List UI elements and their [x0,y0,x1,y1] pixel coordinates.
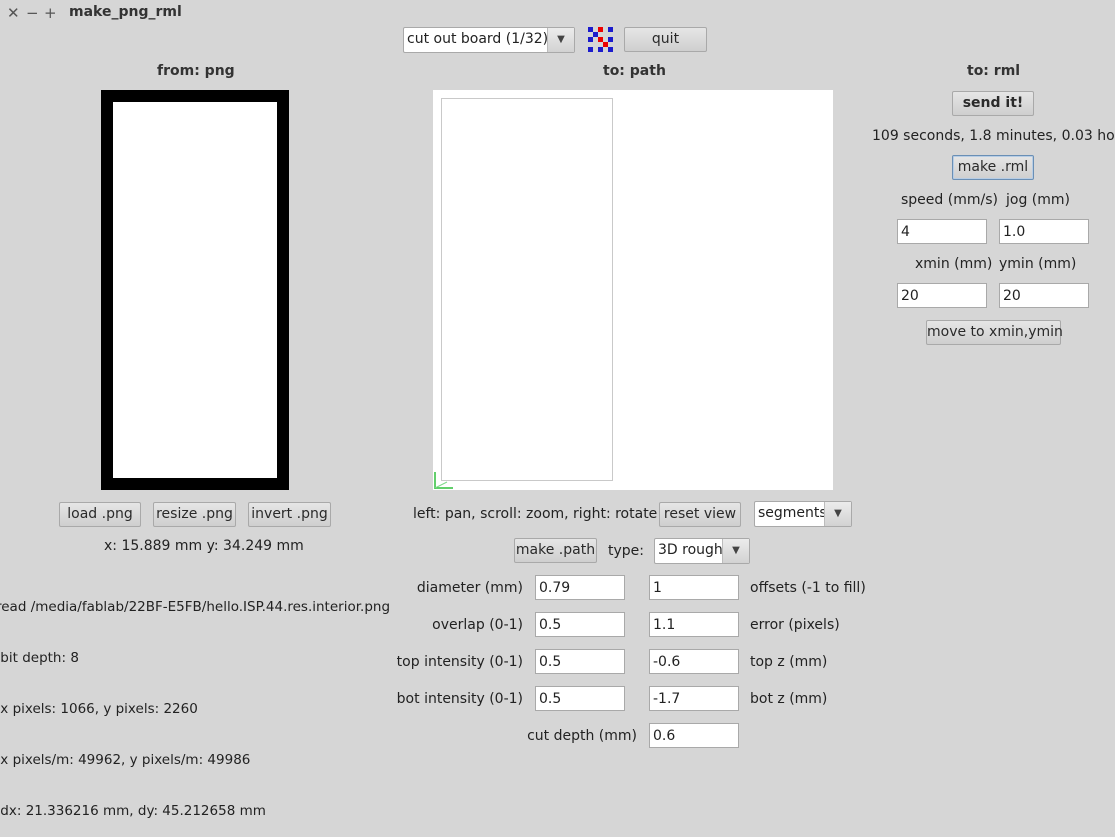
send-button[interactable]: send it! [952,91,1034,116]
png-info-line: dx: 21.336216 mm, dy: 45.212658 mm [0,803,266,819]
jog-label: jog (mm) [1006,192,1070,208]
xmin-label: xmin (mm) [915,256,993,272]
window-title: make_png_rml [69,4,182,20]
overlap-label: overlap (0-1) [432,617,523,633]
ymin-input[interactable] [999,283,1089,308]
jog-input[interactable] [999,219,1089,244]
chevron-down-icon[interactable]: ▼ [722,539,749,563]
bot-z-input[interactable] [649,686,739,711]
maximize-icon[interactable]: + [44,4,57,22]
bot-intensity-input[interactable] [535,686,625,711]
app-logo-icon [588,27,613,52]
view-mode-select[interactable]: segments ▼ [754,501,852,527]
png-interior [113,102,277,478]
offsets-label: offsets (-1 to fill) [750,580,866,596]
top-intensity-label: top intensity (0-1) [396,654,523,670]
make-rml-button[interactable]: make .rml [952,155,1034,180]
resize-png-button[interactable]: resize .png [153,502,236,527]
bot-z-label: bot z (mm) [750,691,828,707]
type-select[interactable]: 3D rough ▼ [654,538,750,564]
to-path-header: to: path [603,63,666,79]
chevron-down-icon[interactable]: ▼ [547,28,574,52]
path-outline [441,98,613,481]
top-z-label: top z (mm) [750,654,828,670]
process-select[interactable]: cut out board (1/32) ▼ [403,27,575,53]
error-input[interactable] [649,612,739,637]
cursor-coordinates: x: 15.889 mm y: 34.249 mm [104,538,304,554]
top-intensity-input[interactable] [535,649,625,674]
estimated-time: 109 seconds, 1.8 minutes, 0.03 hours [872,128,1115,144]
quit-button[interactable]: quit [624,27,707,52]
path-canvas[interactable] [433,90,833,490]
title-bar: ✕ − + make_png_rml [0,0,1115,26]
load-png-button[interactable]: load .png [59,502,141,527]
diameter-label: diameter (mm) [416,580,523,596]
offsets-input[interactable] [649,575,739,600]
process-select-value: cut out board (1/32) [407,31,549,47]
reset-view-button[interactable]: reset view [659,502,741,527]
cut-depth-input[interactable] [649,723,739,748]
cut-depth-label: cut depth (mm) [527,728,637,744]
make-path-button[interactable]: make .path [514,538,597,563]
view-hint: left: pan, scroll: zoom, right: rotate [413,506,658,522]
bot-intensity-label: bot intensity (0-1) [396,691,523,707]
to-rml-header: to: rml [967,63,1021,79]
png-info-line: read /media/fablab/22BF-E5FB/hello.ISP.4… [0,599,391,615]
png-info: read /media/fablab/22BF-E5FB/hello.ISP.4… [0,565,396,837]
from-png-header: from: png [157,63,235,79]
chevron-down-icon[interactable]: ▼ [824,502,851,526]
minimize-icon[interactable]: − [26,4,39,22]
png-info-line: x pixels: 1066, y pixels: 2260 [0,701,198,717]
png-preview [101,90,289,490]
close-icon[interactable]: ✕ [7,4,20,22]
ymin-label: ymin (mm) [999,256,1077,272]
png-info-line: bit depth: 8 [0,650,79,666]
move-to-origin-button[interactable]: move to xmin,ymin [926,320,1063,345]
overlap-input[interactable] [535,612,625,637]
axis-icon [434,472,453,489]
xmin-input[interactable] [897,283,987,308]
view-mode-value: segments [758,505,824,521]
type-value: 3D rough [658,542,723,558]
error-label: error (pixels) [750,617,840,633]
invert-png-button[interactable]: invert .png [248,502,331,527]
speed-input[interactable] [897,219,987,244]
type-label: type: [608,543,644,559]
speed-label: speed (mm/s) [901,192,998,208]
diameter-input[interactable] [535,575,625,600]
png-info-line: x pixels/m: 49962, y pixels/m: 49986 [0,752,251,768]
top-z-input[interactable] [649,649,739,674]
